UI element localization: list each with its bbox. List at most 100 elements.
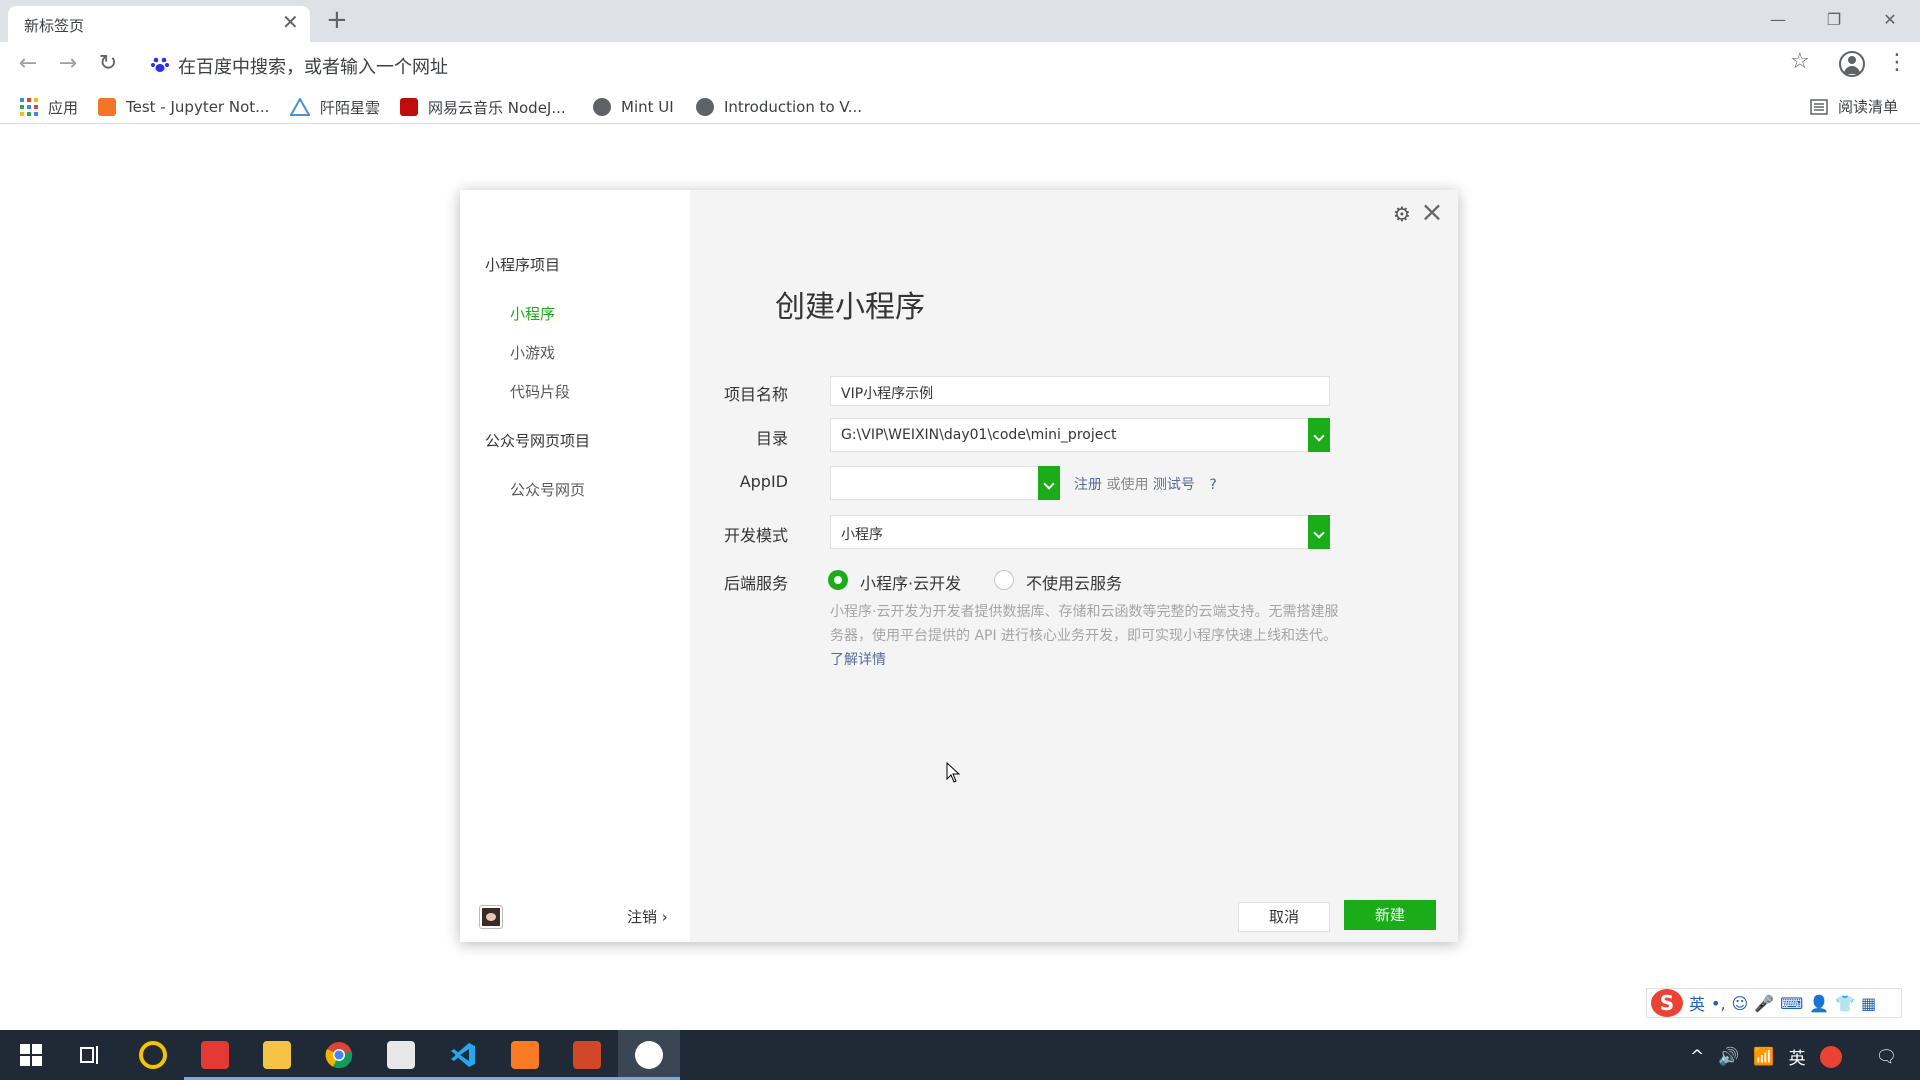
radio-cloud-dev[interactable] (828, 570, 848, 590)
test-account-link[interactable]: 测试号 (1153, 477, 1195, 493)
netease-music-icon (400, 98, 418, 116)
sidebar-item-official-webpage[interactable]: 公众号网页 (510, 479, 585, 500)
logout-link[interactable]: 注销 › (627, 906, 668, 927)
help-icon[interactable]: ? (1209, 477, 1216, 493)
minimize-button[interactable]: — (1758, 6, 1798, 34)
system-tray: ^ 🔊 📶 英 🗨 (1690, 1044, 1897, 1069)
volume-icon[interactable]: 🔊 (1718, 1047, 1739, 1067)
register-link[interactable]: 注册 (1074, 477, 1102, 493)
taskbar-app-chrome[interactable] (308, 1030, 370, 1080)
dialog-content: ⚙ × 创建小程序 项目名称 VIP小程序示例 目录 G:\VIP\WEIXIN… (690, 190, 1458, 942)
restore-button[interactable]: ❐ (1814, 6, 1854, 34)
profile-avatar-icon[interactable] (1839, 51, 1865, 77)
notification-icon[interactable]: 🗨 (1876, 1047, 1898, 1067)
editor-app-icon (201, 1041, 229, 1069)
radio-cloud-dev-label[interactable]: 小程序·云开发 (860, 570, 961, 594)
ime-skin-icon[interactable]: 👕 (1835, 994, 1855, 1013)
taskbar: ^ 🔊 📶 英 🗨 (0, 1030, 1920, 1080)
taskbar-app-browser-yellow[interactable] (122, 1030, 184, 1080)
taskbar-app-vscode[interactable] (432, 1030, 494, 1080)
appid-hint: 注册 或使用 测试号 ? (1074, 474, 1217, 494)
user-avatar[interactable] (480, 906, 502, 928)
windows-start-button[interactable] (0, 1030, 62, 1080)
bookmark-star-icon[interactable]: ☆ (1790, 49, 1810, 74)
dev-mode-select[interactable]: 小程序 (830, 515, 1330, 549)
triangle-logo-icon (290, 98, 310, 116)
typora-icon (387, 1041, 415, 1069)
task-view-button[interactable] (60, 1030, 122, 1080)
radio-no-cloud[interactable] (994, 570, 1014, 590)
sidebar-item-miniprogram[interactable]: 小程序 (510, 303, 555, 324)
sidebar-group-official-account: 公众号网页项目 (485, 432, 591, 450)
forward-button[interactable]: → (54, 50, 82, 78)
bookmark-jupyter[interactable]: Test - Jupyter Not... (98, 96, 269, 118)
cancel-button[interactable]: 取消 (1238, 902, 1330, 932)
appid-label: AppID (739, 472, 788, 491)
close-icon[interactable]: × (1418, 198, 1446, 226)
cloud-description: 小程序·云开发为开发者提供数据库、存储和云函数等完整的云端支持。无需搭建服务器，… (830, 600, 1350, 672)
taskbar-app-typora[interactable] (370, 1030, 432, 1080)
wechat-devtools-icon (635, 1041, 663, 1069)
reading-list-button[interactable]: 阅读清单 (1810, 96, 1898, 117)
ime-emoji-icon[interactable]: ☺ (1732, 994, 1749, 1013)
cloud-description-text: 小程序·云开发为开发者提供数据库、存储和云函数等完整的云端支持。无需搭建服务器，… (830, 604, 1339, 644)
browser-menu-icon[interactable]: ⋮ (1886, 50, 1908, 76)
ime-punctuation-icon[interactable]: •, (1711, 994, 1726, 1013)
close-tab-icon[interactable]: ✕ (282, 12, 299, 32)
directory-dropdown-button[interactable] (1308, 418, 1330, 452)
page-title: 创建小程序 (775, 290, 925, 325)
apps-grid-icon (20, 98, 38, 116)
address-bar[interactable]: 在百度中搜索，或者输入一个网址 (140, 48, 1800, 80)
new-tab-button[interactable]: + (326, 6, 348, 34)
taskbar-app-powerpoint[interactable] (556, 1030, 618, 1080)
ime-toolbar: S 英 •, ☺ 🎤 ⌨ 👤 👕 ▦ (1646, 988, 1902, 1018)
bookmark-qianmo[interactable]: 阡陌星雲 (290, 96, 380, 118)
ime-voice-icon[interactable]: 🎤 (1754, 994, 1774, 1013)
taskbar-app-explorer[interactable] (246, 1030, 308, 1080)
sogou-logo-icon[interactable]: S (1651, 989, 1683, 1017)
gear-icon[interactable]: ⚙ (1390, 202, 1414, 226)
bookmarks-bar: 应用 Test - Jupyter Not... 阡陌星雲 网易云音乐 Node… (0, 88, 1920, 124)
or-use-text: 或使用 (1102, 477, 1153, 493)
reload-button[interactable]: ↻ (94, 50, 122, 78)
sidebar-item-code-snippet[interactable]: 代码片段 (510, 381, 570, 402)
ime-keyboard-icon[interactable]: ⌨ (1780, 994, 1803, 1013)
browser-tab-strip: 新标签页 ✕ + — ❐ ✕ (0, 0, 1920, 42)
ime-language-toggle[interactable]: 英 (1689, 991, 1705, 1015)
bookmark-label: Test - Jupyter Not... (126, 98, 270, 116)
ime-user-icon[interactable]: 👤 (1809, 994, 1829, 1013)
powerpoint-icon (573, 1041, 601, 1069)
appid-dropdown-button[interactable] (1038, 466, 1060, 500)
sidebar-item-minigame[interactable]: 小游戏 (510, 342, 555, 363)
directory-label: 目录 (755, 429, 788, 448)
bookmark-introduction[interactable]: Introduction to V... (696, 96, 862, 118)
globe-icon (593, 98, 611, 116)
project-name-input[interactable]: VIP小程序示例 (830, 376, 1330, 406)
taskbar-app-wechat-devtools[interactable] (618, 1030, 680, 1080)
bookmark-apps[interactable]: 应用 (20, 96, 78, 118)
mouse-cursor-icon (946, 762, 961, 783)
tray-chevron-icon[interactable]: ^ (1690, 1047, 1704, 1067)
globe-icon (696, 98, 714, 116)
sogou-tray-icon[interactable] (1819, 1045, 1842, 1068)
taskbar-app-editor[interactable] (184, 1030, 246, 1080)
browser-tab[interactable]: 新标签页 ✕ (8, 6, 310, 42)
radio-no-cloud-label[interactable]: 不使用云服务 (1026, 570, 1122, 594)
input-language-indicator[interactable]: 英 (1789, 1044, 1806, 1069)
ime-toolbox-icon[interactable]: ▦ (1861, 994, 1876, 1013)
window-close-button[interactable]: ✕ (1870, 6, 1910, 34)
bookmark-netease[interactable]: 网易云音乐 NodeJ... (400, 96, 566, 118)
bookmark-mint-ui[interactable]: Mint UI (593, 96, 674, 118)
taskbar-app-xampp[interactable] (494, 1030, 556, 1080)
address-bar-placeholder: 在百度中搜索，或者输入一个网址 (178, 57, 448, 78)
back-button[interactable]: ← (14, 50, 42, 78)
baidu-paw-icon (151, 57, 169, 72)
circle-app-icon (139, 1041, 167, 1069)
bookmark-label: Introduction to V... (724, 98, 863, 116)
dev-mode-dropdown-button[interactable] (1308, 515, 1330, 549)
create-button[interactable]: 新建 (1344, 900, 1436, 930)
learn-more-link[interactable]: 了解详情 (830, 652, 886, 668)
appid-input[interactable] (830, 466, 1060, 500)
directory-input[interactable]: G:\VIP\WEIXIN\day01\code\mini_project (830, 418, 1330, 452)
network-icon[interactable]: 📶 (1753, 1047, 1774, 1067)
